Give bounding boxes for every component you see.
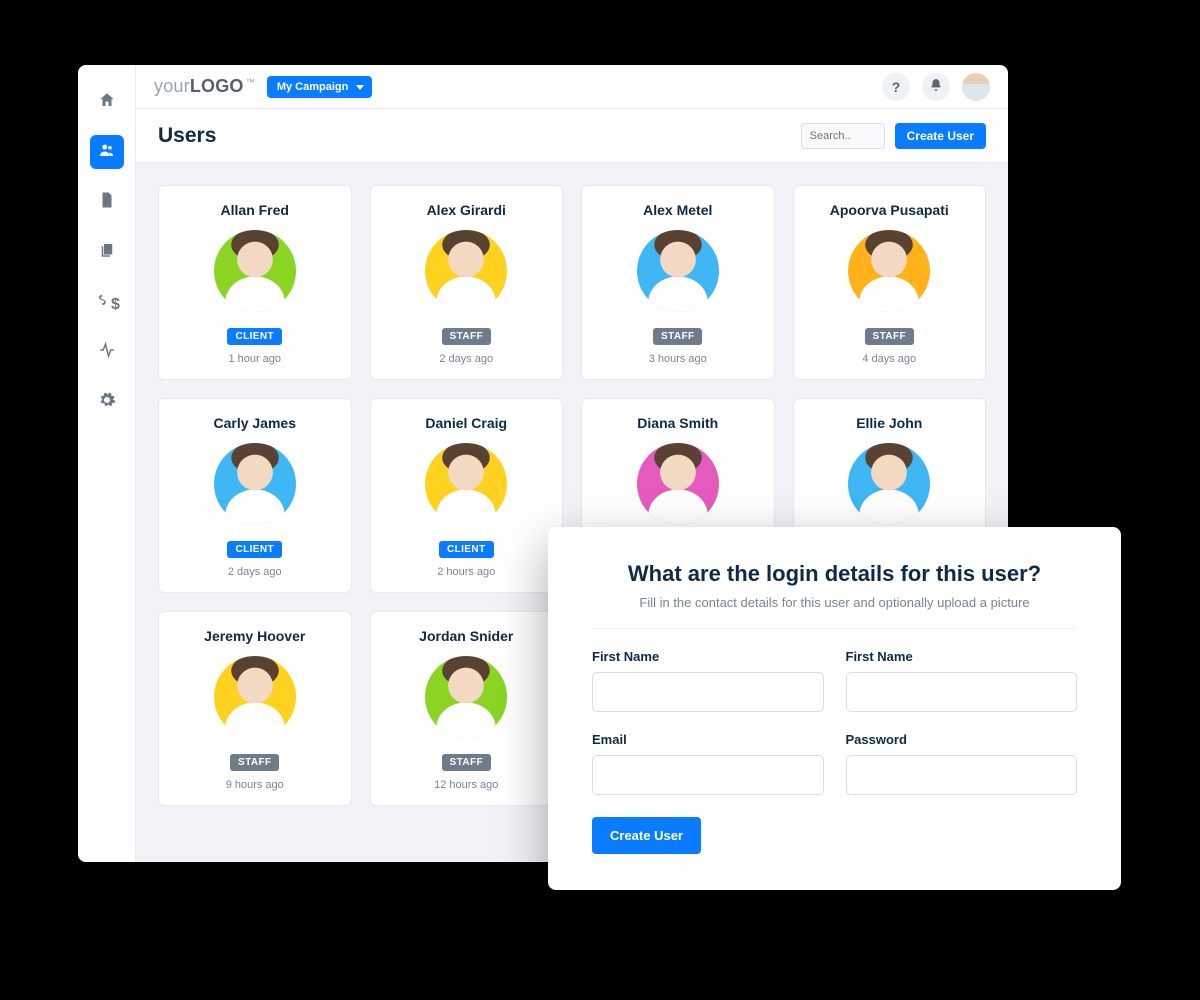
nav-activity[interactable] [90,335,124,369]
last-seen: 3 hours ago [590,353,766,365]
create-user-modal: What are the login details for this user… [548,527,1121,890]
dollar-icon: $ [93,291,120,314]
user-name: Diana Smith [590,415,766,431]
first-name-label-b: First Name [846,649,1078,664]
user-card[interactable]: Daniel Craig CLIENT 2 hours ago [370,398,564,593]
password-input[interactable] [846,755,1078,795]
user-avatar [848,443,930,525]
first-name-input-b[interactable] [846,672,1078,712]
modal-title: What are the login details for this user… [592,561,1077,587]
user-avatar [214,443,296,525]
campaign-dropdown[interactable]: My Campaign [267,76,373,98]
user-card[interactable]: Alex Girardi STAFF 2 days ago [370,185,564,380]
nav-files[interactable] [90,235,124,269]
user-name: Jordan Snider [379,628,555,644]
role-badge: STAFF [442,328,491,345]
user-name: Allan Fred [167,202,343,218]
user-card[interactable]: Carly James CLIENT 2 days ago [158,398,352,593]
nav-settings[interactable] [90,385,124,419]
password-label: Password [846,732,1078,747]
nav-billing[interactable]: $ [90,285,124,319]
nav-home[interactable] [90,85,124,119]
first-name-input-a[interactable] [592,672,824,712]
user-avatar [848,230,930,312]
campaign-label: My Campaign [277,81,349,93]
user-avatar [637,443,719,525]
home-icon [98,91,116,114]
last-seen: 12 hours ago [379,779,555,791]
user-name: Alex Metel [590,202,766,218]
question-icon: ? [892,79,901,95]
create-user-button[interactable]: Create User [895,123,986,149]
modal-create-user-button[interactable]: Create User [592,817,701,854]
email-input[interactable] [592,755,824,795]
user-card[interactable]: Jeremy Hoover STAFF 9 hours ago [158,611,352,806]
bell-icon [929,78,943,95]
role-badge: STAFF [653,328,702,345]
topbar: yourLOGO™ My Campaign ? [136,65,1008,109]
user-avatar [637,230,719,312]
search-input[interactable] [801,123,885,149]
file-chart-icon [98,191,116,214]
nav-users[interactable] [90,135,124,169]
notifications-button[interactable] [922,73,950,101]
modal-subtitle: Fill in the contact details for this use… [592,595,1077,629]
user-card[interactable]: Allan Fred CLIENT 1 hour ago [158,185,352,380]
user-name: Alex Girardi [379,202,555,218]
user-card[interactable]: Apoorva Pusapati STAFF 4 days ago [793,185,987,380]
activity-icon [98,341,116,364]
user-name: Carly James [167,415,343,431]
sidebar: $ [78,65,136,862]
user-name: Ellie John [802,415,978,431]
role-badge: CLIENT [227,328,282,345]
role-badge: CLIENT [439,541,494,558]
last-seen: 2 days ago [167,566,343,578]
profile-avatar[interactable] [962,73,990,101]
gear-icon [98,391,116,414]
last-seen: 9 hours ago [167,779,343,791]
role-badge: STAFF [230,754,279,771]
page-title: Users [158,124,216,148]
user-card[interactable]: Alex Metel STAFF 3 hours ago [581,185,775,380]
nav-report[interactable] [90,185,124,219]
user-name: Apoorva Pusapati [802,202,978,218]
last-seen: 2 hours ago [379,566,555,578]
user-avatar [214,656,296,738]
user-avatar [425,443,507,525]
user-avatar [214,230,296,312]
page-header: Users Create User [136,109,1008,163]
role-badge: CLIENT [227,541,282,558]
first-name-label-a: First Name [592,649,824,664]
users-icon [98,141,116,164]
role-badge: STAFF [442,754,491,771]
last-seen: 4 days ago [802,353,978,365]
user-name: Jeremy Hoover [167,628,343,644]
help-button[interactable]: ? [882,73,910,101]
last-seen: 2 days ago [379,353,555,365]
email-label: Email [592,732,824,747]
user-name: Daniel Craig [379,415,555,431]
user-card[interactable]: Jordan Snider STAFF 12 hours ago [370,611,564,806]
copy-icon [98,241,116,264]
brand-logo: yourLOGO™ [154,76,255,97]
last-seen: 1 hour ago [167,353,343,365]
user-avatar [425,656,507,738]
role-badge: STAFF [865,328,914,345]
user-avatar [425,230,507,312]
